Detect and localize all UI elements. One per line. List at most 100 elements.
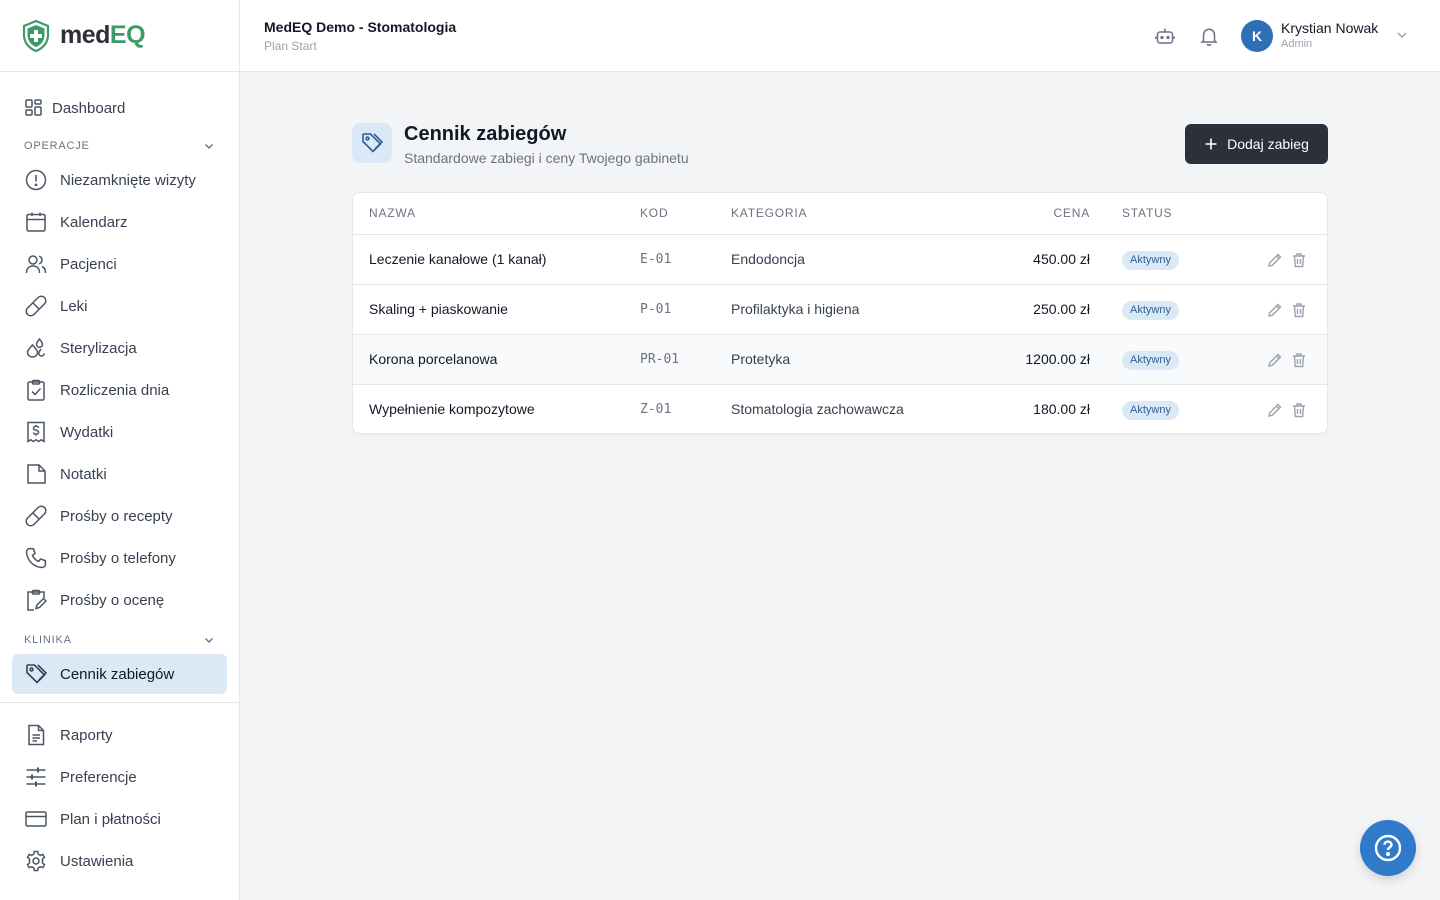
- page-title: Cennik zabiegów: [404, 123, 567, 145]
- sidebar-item-dashboard[interactable]: Dashboard: [12, 88, 227, 128]
- sidebar-item-label: Raporty: [60, 726, 113, 744]
- header-status[interactable]: STATUS: [1122, 193, 1172, 234]
- alert-circle-icon: [24, 168, 48, 192]
- section-label: OPERACJE: [24, 140, 90, 152]
- user-role: Admin: [1281, 38, 1313, 50]
- status-badge: Aktywny: [1122, 301, 1179, 320]
- cell-price: 250.00 zł: [1033, 301, 1090, 317]
- sidebar-item-niezamkniete-wizyty[interactable]: Niezamknięte wizyty: [12, 160, 227, 200]
- table-row[interactable]: Korona porcelanowa PR-01 Protetyka 1200.…: [353, 334, 1327, 384]
- page-header: Cennik zabiegów Standardowe zabiegi i ce…: [352, 123, 1328, 167]
- sidebar-item-pacjenci[interactable]: Pacjenci: [12, 244, 227, 284]
- users-icon: [24, 252, 48, 276]
- section-operations[interactable]: OPERACJE: [0, 132, 239, 160]
- sidebar-item-label: Niezamknięte wizyty: [60, 171, 196, 189]
- assistant-bot-button[interactable]: [1153, 24, 1177, 48]
- sidebar-item-wydatki[interactable]: Wydatki: [12, 412, 227, 452]
- sidebar-nav: Dashboard OPERACJE Niezamknięte wizyty K…: [0, 72, 239, 881]
- delete-button[interactable]: [1290, 251, 1308, 269]
- help-button[interactable]: [1360, 820, 1416, 876]
- header-price[interactable]: CENA: [1053, 193, 1090, 234]
- gear-icon: [24, 849, 48, 873]
- table-row[interactable]: Wypełnienie kompozytowe Z-01 Stomatologi…: [353, 384, 1327, 433]
- trash-icon: [1293, 253, 1305, 268]
- table-row[interactable]: Leczenie kanałowe (1 kanał) E-01 Endodon…: [353, 234, 1327, 284]
- sidebar-item-prosby-o-telefony[interactable]: Prośby o telefony: [12, 538, 227, 578]
- sidebar-item-label: Plan i płatności: [60, 810, 161, 828]
- sidebar-item-label: Prośby o recepty: [60, 507, 173, 525]
- chevron-down-icon[interactable]: [1395, 28, 1409, 42]
- logo[interactable]: medEQ: [0, 0, 239, 72]
- edit-button[interactable]: [1266, 351, 1284, 369]
- pill-icon: [24, 294, 48, 318]
- sidebar-item-label: Notatki: [60, 465, 107, 483]
- table-row[interactable]: Skaling + piaskowanie P-01 Profilaktyka …: [353, 284, 1327, 334]
- sidebar-item-prosby-o-ocene[interactable]: Prośby o ocenę: [12, 580, 227, 620]
- tag-icon: [24, 662, 48, 686]
- clinic-name: MedEQ Demo - Stomatologia: [264, 19, 457, 35]
- user-name[interactable]: Krystian Nowak: [1281, 20, 1378, 36]
- sidebar-item-preferencje[interactable]: Preferencje: [12, 757, 227, 797]
- pencil-icon: [1268, 253, 1282, 267]
- phone-icon: [24, 546, 48, 570]
- clinic-plan: Plan Start: [264, 39, 317, 53]
- cell-category: Profilaktyka i higiena: [731, 301, 860, 317]
- shield-cross-icon: [22, 19, 50, 52]
- sidebar-item-plan-i-platnosci[interactable]: Plan i płatności: [12, 799, 227, 839]
- sidebar-item-label: Sterylizacja: [60, 339, 137, 357]
- header-name[interactable]: NAZWA: [369, 193, 416, 234]
- sidebar-item-label: Leki: [60, 297, 88, 315]
- pencil-icon: [1268, 303, 1282, 317]
- status-badge: Aktywny: [1122, 251, 1179, 270]
- sidebar-item-leki[interactable]: Leki: [12, 286, 227, 326]
- trash-icon: [1293, 403, 1305, 418]
- header-code[interactable]: KOD: [640, 193, 668, 234]
- credit-card-icon: [24, 807, 48, 831]
- sidebar-item-label: Preferencje: [60, 768, 137, 786]
- trash-icon: [1293, 353, 1305, 368]
- trash-icon: [1293, 303, 1305, 318]
- add-procedure-button[interactable]: Dodaj zabieg: [1185, 124, 1328, 164]
- sidebar-item-kalendarz[interactable]: Kalendarz: [12, 202, 227, 242]
- chevron-down-icon: [205, 144, 213, 149]
- receipt-dollar-icon: [24, 420, 48, 444]
- page-subtitle: Standardowe zabiegi i ceny Twojego gabin…: [404, 150, 689, 166]
- edit-button[interactable]: [1266, 401, 1284, 419]
- sidebar-item-prosby-o-recepty[interactable]: Prośby o recepty: [12, 496, 227, 536]
- header-category[interactable]: KATEGORIA: [731, 193, 807, 234]
- cell-name: Skaling + piaskowanie: [369, 301, 508, 317]
- note-icon: [24, 462, 48, 486]
- clipboard-edit-icon: [24, 588, 48, 612]
- sidebar-item-raporty[interactable]: Raporty: [12, 715, 227, 755]
- drops-icon: [24, 336, 48, 360]
- cell-name: Wypełnienie kompozytowe: [369, 401, 535, 417]
- sidebar-item-rozliczenia-dnia[interactable]: Rozliczenia dnia: [12, 370, 227, 410]
- section-clinic[interactable]: KLINIKA: [0, 626, 239, 654]
- status-badge: Aktywny: [1122, 401, 1179, 420]
- cell-category: Endodoncja: [731, 251, 805, 267]
- delete-button[interactable]: [1290, 351, 1308, 369]
- sliders-icon: [24, 765, 48, 789]
- delete-button[interactable]: [1290, 401, 1308, 419]
- delete-button[interactable]: [1290, 301, 1308, 319]
- logo-text: medEQ: [60, 21, 146, 49]
- cell-category: Stomatologia zachowawcza: [731, 401, 904, 417]
- sidebar: medEQ Dashboard OPERACJE Niezamknięte wi…: [0, 0, 240, 900]
- edit-button[interactable]: [1266, 301, 1284, 319]
- sidebar-item-ustawienia[interactable]: Ustawienia: [12, 841, 227, 881]
- sidebar-item-label: Dashboard: [52, 99, 126, 117]
- cell-code: Z-01: [640, 402, 672, 417]
- sidebar-item-label: Prośby o ocenę: [60, 591, 165, 609]
- edit-button[interactable]: [1266, 251, 1284, 269]
- sidebar-item-notatki[interactable]: Notatki: [12, 454, 227, 494]
- sidebar-item-cennik-zabiegow[interactable]: Cennik zabiegów: [12, 654, 227, 694]
- pencil-icon: [1268, 403, 1282, 417]
- cell-code: P-01: [640, 302, 672, 317]
- avatar[interactable]: K: [1241, 20, 1273, 52]
- pill-icon: [24, 504, 48, 528]
- cell-price: 180.00 zł: [1033, 401, 1090, 417]
- notifications-button[interactable]: [1197, 24, 1221, 48]
- sidebar-item-sterylizacja[interactable]: Sterylizacja: [12, 328, 227, 368]
- cell-code: E-01: [640, 252, 672, 267]
- sidebar-item-label: Rozliczenia dnia: [60, 381, 170, 399]
